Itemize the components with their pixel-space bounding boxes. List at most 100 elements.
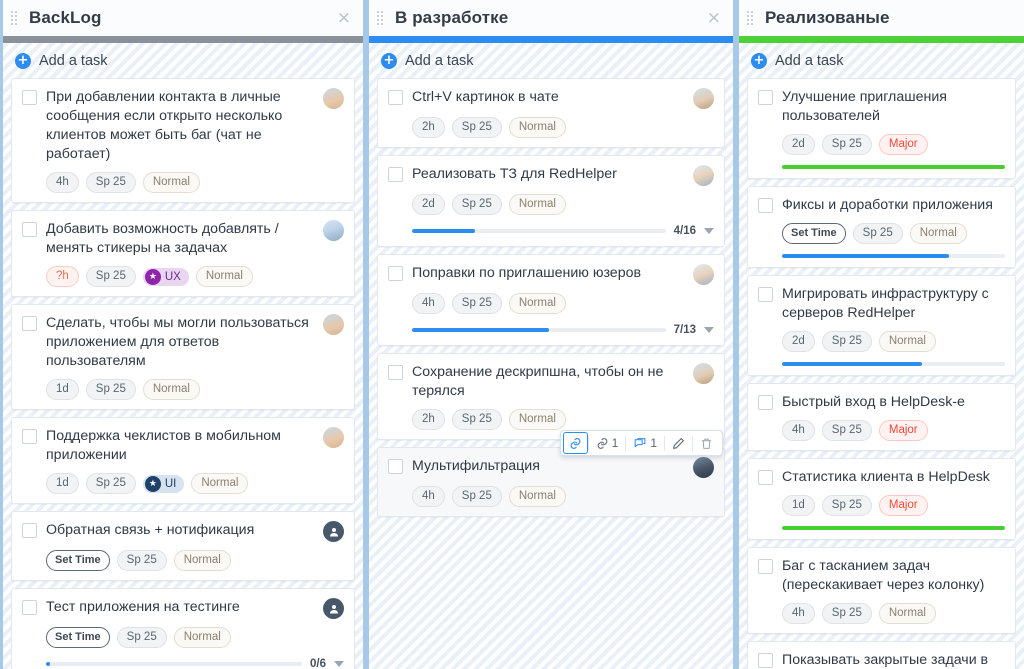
priority-badge[interactable]: Normal (878, 331, 936, 352)
assignee-avatar[interactable] (693, 165, 714, 186)
priority-badge[interactable]: Normal (508, 486, 566, 507)
time-badge[interactable]: Set Time (46, 550, 110, 571)
attachment-button[interactable]: 1 (589, 432, 626, 454)
task-card[interactable]: Показывать закрытые задачи в приложении (747, 641, 1016, 669)
drag-handle-icon[interactable] (377, 11, 386, 25)
task-checkbox[interactable] (758, 198, 773, 213)
task-card[interactable]: Статистика клиента в HelpDesk 1d Sp 25 Majo… (747, 458, 1016, 540)
task-card[interactable]: Улучшение приглашения пользователей 2d Sp … (747, 78, 1016, 179)
sprint-badge[interactable]: Sp 25 (821, 603, 872, 624)
sprint-badge[interactable]: Sp 25 (451, 409, 502, 430)
task-checkbox[interactable] (388, 365, 403, 380)
add-task-button-2[interactable]: + Add a task (377, 43, 725, 78)
sprint-badge[interactable]: Sp 25 (821, 420, 872, 441)
add-task-button-3[interactable]: + Add a task (747, 43, 1016, 78)
add-task-button-1[interactable]: + Add a task (11, 43, 355, 78)
chevron-down-icon[interactable] (334, 661, 344, 667)
priority-badge[interactable]: Normal (173, 627, 231, 648)
priority-badge[interactable]: Normal (508, 293, 566, 314)
task-card[interactable]: Обратная связь + нотификация Set Time Sp 2… (11, 511, 355, 581)
drag-handle-icon[interactable] (11, 11, 20, 25)
task-card[interactable]: Мультифильтрация 4h Sp 25 Normal (377, 447, 725, 517)
task-card[interactable]: Тест приложения на тестинге Set Time Sp 25… (11, 588, 355, 669)
task-checkbox[interactable] (758, 653, 773, 668)
sprint-badge[interactable]: Sp 25 (451, 194, 502, 215)
time-badge[interactable]: 1d (46, 379, 79, 400)
comment-button[interactable]: 1 (626, 432, 664, 454)
time-badge[interactable]: 4h (46, 172, 79, 193)
sprint-badge[interactable]: Sp 25 (821, 331, 872, 352)
priority-badge[interactable]: Major (878, 134, 928, 155)
link-icon[interactable] (562, 432, 588, 454)
sprint-badge[interactable]: Sp 25 (821, 495, 872, 516)
time-badge[interactable]: 4h (412, 486, 445, 507)
time-badge[interactable]: 2d (782, 134, 815, 155)
task-checkbox[interactable] (388, 459, 403, 474)
priority-badge[interactable]: Normal (909, 223, 967, 244)
priority-badge[interactable]: Normal (142, 379, 200, 400)
task-card[interactable]: Мигрировать инфраструктуру с серверов Re… (747, 275, 1016, 376)
task-card[interactable]: Баг с тасканием задач (перескакивает чер… (747, 547, 1016, 634)
task-checkbox[interactable] (758, 395, 773, 410)
priority-badge[interactable]: Major (878, 495, 928, 516)
task-checkbox[interactable] (22, 316, 37, 331)
sprint-badge[interactable]: Sp 25 (85, 473, 136, 494)
sprint-badge[interactable]: Sp 25 (821, 134, 872, 155)
task-card[interactable]: Ctrl+V картинок в чате 2h Sp 25 Normal (377, 78, 725, 148)
task-checkbox[interactable] (388, 167, 403, 182)
assignee-avatar[interactable] (693, 363, 714, 384)
assignee-avatar[interactable] (693, 264, 714, 285)
assignee-avatar[interactable] (323, 314, 344, 335)
task-card[interactable]: При добавлении контакта в личные сообщен… (11, 78, 355, 203)
task-card[interactable]: Поправки по приглашению юзеров 4h Sp 25 Nor… (377, 254, 725, 346)
time-badge[interactable]: ?h (46, 266, 79, 287)
sprint-badge[interactable]: Sp 25 (852, 223, 903, 244)
assignee-avatar[interactable] (693, 88, 714, 109)
priority-badge[interactable]: Normal (508, 117, 566, 138)
sprint-badge[interactable]: Sp 25 (451, 293, 502, 314)
edit-icon[interactable] (665, 432, 692, 454)
priority-badge[interactable]: Normal (191, 473, 249, 494)
task-checkbox[interactable] (758, 287, 773, 302)
close-icon[interactable]: × (335, 9, 353, 27)
task-card[interactable]: Сохранение дескрипшна, чтобы он не терял… (377, 353, 725, 440)
time-badge[interactable]: 4h (412, 293, 445, 314)
task-checkbox[interactable] (22, 429, 37, 444)
task-checkbox[interactable] (22, 90, 37, 105)
priority-badge[interactable]: Normal (142, 172, 200, 193)
delete-icon[interactable] (693, 432, 720, 454)
priority-badge[interactable]: Normal (508, 194, 566, 215)
assignee-placeholder-icon[interactable] (323, 521, 344, 542)
time-badge[interactable]: Set Time (46, 627, 110, 648)
time-badge[interactable]: 2d (412, 194, 445, 215)
task-checkbox[interactable] (388, 90, 403, 105)
column-header-2[interactable]: В разработке × (369, 0, 733, 36)
drag-handle-icon[interactable] (747, 11, 756, 25)
task-checkbox[interactable] (22, 523, 37, 538)
close-icon[interactable]: × (705, 9, 723, 27)
task-card[interactable]: Поддержка чеклистов в мобильном приложен… (11, 417, 355, 504)
priority-badge[interactable]: Normal (508, 409, 566, 430)
sprint-badge[interactable]: Sp 25 (116, 627, 167, 648)
sticker-badge[interactable]: ★ UX (142, 267, 189, 286)
priority-badge[interactable]: Normal (195, 266, 253, 287)
task-card[interactable]: Сделать, чтобы мы могли пользоваться при… (11, 304, 355, 410)
time-badge[interactable]: 2h (412, 409, 445, 430)
priority-badge[interactable]: Normal (878, 603, 936, 624)
sprint-badge[interactable]: Sp 25 (85, 172, 136, 193)
task-checkbox[interactable] (22, 600, 37, 615)
task-checkbox[interactable] (758, 559, 773, 574)
task-checkbox[interactable] (388, 266, 403, 281)
task-checkbox[interactable] (758, 90, 773, 105)
time-badge[interactable]: 4h (782, 420, 815, 441)
time-badge[interactable]: 2d (782, 331, 815, 352)
priority-badge[interactable]: Major (878, 420, 928, 441)
sprint-badge[interactable]: Sp 25 (85, 266, 136, 287)
time-badge[interactable]: 1d (46, 473, 79, 494)
task-card[interactable]: Фиксы и доработки приложения Set Time Sp 2… (747, 186, 1016, 268)
assignee-avatar[interactable] (323, 427, 344, 448)
assignee-avatar[interactable] (323, 220, 344, 241)
task-checkbox[interactable] (758, 470, 773, 485)
sprint-badge[interactable]: Sp 25 (116, 550, 167, 571)
time-badge[interactable]: 1d (782, 495, 815, 516)
